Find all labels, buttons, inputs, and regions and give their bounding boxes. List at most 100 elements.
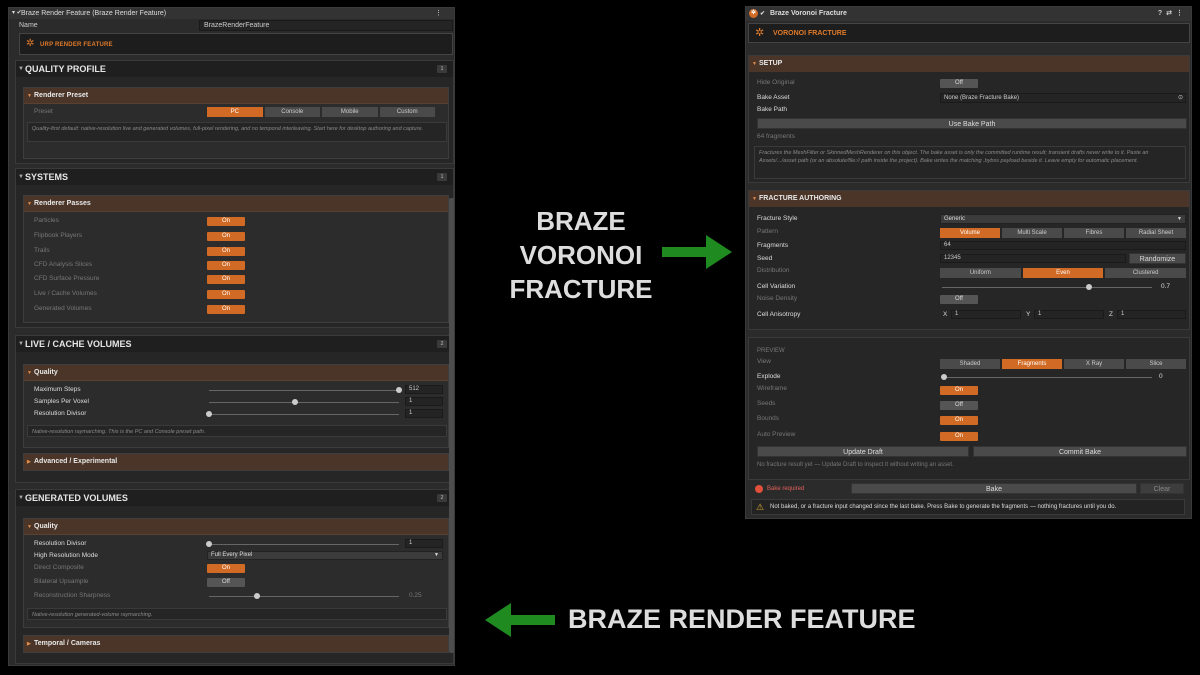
distribution-uniform[interactable]: Uniform — [940, 268, 1021, 278]
voronoi-caption-line2: VORONOI — [519, 240, 643, 270]
seed-field[interactable]: 12345 — [940, 254, 1126, 263]
pattern-volume[interactable]: Volume — [940, 228, 1000, 238]
slider-knob[interactable] — [206, 411, 212, 417]
setup-title: SETUP — [759, 60, 783, 67]
pass-toggle[interactable]: On — [207, 247, 245, 256]
randomize-button[interactable]: Randomize — [1129, 253, 1186, 264]
hide-original-toggle[interactable]: Off — [940, 79, 978, 88]
help-icon[interactable]: ? — [1158, 10, 1166, 17]
aniso-y-field[interactable]: 1 — [1034, 310, 1104, 319]
preset-custom[interactable]: Custom — [379, 107, 435, 117]
pattern-fibres[interactable]: Fibres — [1064, 228, 1124, 238]
view-slice[interactable]: Slice — [1126, 359, 1186, 369]
scrollbar[interactable] — [449, 198, 454, 653]
slider-knob[interactable] — [396, 387, 402, 393]
auto-preview-toggle[interactable]: On — [940, 432, 978, 441]
generated-note: Native-resolution generated-volume rayma… — [27, 608, 447, 620]
pass-toggle[interactable]: On — [207, 305, 245, 314]
distribution-clustered[interactable]: Clustered — [1105, 268, 1187, 278]
cell-variation-slider[interactable] — [942, 284, 1152, 290]
advanced-header[interactable]: ▶ Advanced / Experimental — [24, 454, 448, 470]
temporal-header[interactable]: ▶ Temporal / Cameras — [24, 636, 448, 652]
slider-knob[interactable] — [941, 374, 947, 380]
authoring-section: ▼ FRACTURE AUTHORING Fracture Style Gene… — [748, 190, 1190, 330]
view-shaded[interactable]: Shaded — [940, 359, 1000, 369]
sharpness-slider[interactable] — [209, 593, 399, 599]
seeds-toggle[interactable]: Off — [940, 401, 978, 410]
commit-bake-button[interactable]: Commit Bake — [973, 446, 1187, 457]
bounds-toggle[interactable]: On — [940, 416, 978, 425]
slider-knob[interactable] — [206, 541, 212, 547]
quality-profile-header[interactable]: ▼ QUALITY PROFILE 1 — [16, 61, 453, 77]
renderer-passes-header[interactable]: ▼ Renderer Passes — [24, 196, 448, 212]
res-div-slider[interactable] — [206, 411, 399, 417]
bake-asset-value: None (Braze Fracture Bake) — [944, 95, 1020, 101]
pattern-multi-scale[interactable]: Multi Scale — [1002, 228, 1062, 238]
authoring-header[interactable]: ▼ FRACTURE AUTHORING — [749, 191, 1189, 207]
wireframe-toggle[interactable]: On — [940, 386, 978, 395]
bilateral-label: Bilateral Upsample — [34, 578, 89, 585]
gen-res-div-field[interactable]: 1 — [405, 539, 443, 548]
bounds-label: Bounds — [757, 415, 780, 422]
slider-knob[interactable] — [291, 399, 298, 405]
use-bake-path-button[interactable]: Use Bake Path — [757, 118, 1187, 129]
auto-preview-label: Auto Preview — [757, 431, 796, 438]
live-quality-header[interactable]: ▼ Quality — [24, 365, 448, 381]
systems-header[interactable]: ▼ SYSTEMS 1 — [16, 169, 453, 185]
enabled-check-icon[interactable]: ▾ ✔ — [12, 8, 22, 19]
pass-label: Particles — [34, 217, 59, 224]
enabled-check-icon[interactable]: ✔ — [760, 7, 765, 21]
aniso-z-field[interactable]: 1 — [1117, 310, 1186, 319]
setup-header[interactable]: ▼ SETUP — [749, 56, 1189, 72]
more-options-icon[interactable]: ⋮ — [435, 8, 442, 19]
res-div-field[interactable]: 1 — [405, 409, 443, 418]
slider-knob[interactable] — [253, 593, 260, 599]
fragments-field[interactable]: 64 — [940, 241, 1186, 250]
pattern-radial-sheet[interactable]: Radial Sheet — [1126, 228, 1186, 238]
gen-res-div-slider[interactable] — [206, 541, 399, 547]
pass-toggle[interactable]: On — [207, 232, 245, 241]
preset-pc[interactable]: PC — [207, 107, 263, 117]
setup-note: Fractures the MeshFilter or SkinnedMeshR… — [754, 146, 1186, 179]
samples-field[interactable]: 1 — [405, 397, 443, 406]
generated-quality-header[interactable]: ▼ Quality — [24, 519, 448, 535]
update-draft-button[interactable]: Update Draft — [757, 446, 969, 457]
slider-knob[interactable] — [1086, 284, 1092, 290]
generated-header[interactable]: ▼ GENERATED VOLUMES 2 — [16, 490, 453, 506]
quality-profile-title: QUALITY PROFILE — [25, 64, 106, 74]
pass-toggle[interactable]: On — [207, 275, 245, 284]
pass-toggle[interactable]: On — [207, 217, 245, 226]
style-dropdown[interactable]: Generic ▼ — [940, 214, 1186, 224]
pass-toggle[interactable]: On — [207, 261, 245, 270]
clear-button[interactable]: Clear — [1140, 483, 1184, 494]
high-res-dropdown[interactable]: Full Every Pixel ▼ — [207, 551, 443, 560]
view-fragments[interactable]: Fragments — [1002, 359, 1062, 369]
name-field[interactable]: BrazeRenderFeature — [199, 20, 453, 31]
aniso-x-field[interactable]: 1 — [951, 310, 1021, 319]
pass-toggle[interactable]: On — [207, 290, 245, 299]
max-steps-field[interactable]: 512 — [405, 385, 443, 394]
preset-mobile[interactable]: Mobile — [322, 107, 378, 117]
bake-asset-field[interactable]: None (Braze Fracture Bake) ⊙ — [940, 93, 1186, 103]
preset-console[interactable]: Console — [264, 107, 320, 117]
voronoi-header[interactable]: ✲ ✔ Braze Voronoi Fracture ?⇄⋮ — [746, 7, 1191, 21]
style-value: Generic — [944, 216, 966, 222]
direct-toggle[interactable]: On — [207, 564, 245, 573]
distribution-even[interactable]: Even — [1022, 268, 1104, 278]
chevron-down-icon: ▼ — [27, 524, 32, 530]
noise-toggle[interactable]: Off — [940, 295, 978, 304]
live-cache-header[interactable]: ▼ LIVE / CACHE VOLUMES 2 — [16, 336, 453, 352]
bilateral-toggle[interactable]: Off — [207, 578, 245, 587]
max-steps-slider[interactable] — [209, 387, 402, 393]
settings-icon[interactable]: ⇄ — [1166, 10, 1176, 17]
more-options-icon[interactable]: ⋮ — [1176, 10, 1187, 17]
view-xray[interactable]: X Ray — [1064, 359, 1124, 369]
bake-button[interactable]: Bake — [851, 483, 1137, 494]
samples-slider[interactable] — [209, 399, 399, 405]
hide-original-label: Hide Original — [757, 79, 795, 86]
object-picker-icon[interactable]: ⊙ — [1178, 94, 1183, 102]
explode-slider[interactable] — [941, 374, 1152, 380]
render-feature-header[interactable]: ▾ ✔ Braze Render Feature (Braze Render F… — [9, 8, 454, 19]
header-icons[interactable]: ?⇄⋮ — [1158, 7, 1187, 21]
renderer-preset-header[interactable]: ▼ Renderer Preset — [24, 88, 448, 104]
